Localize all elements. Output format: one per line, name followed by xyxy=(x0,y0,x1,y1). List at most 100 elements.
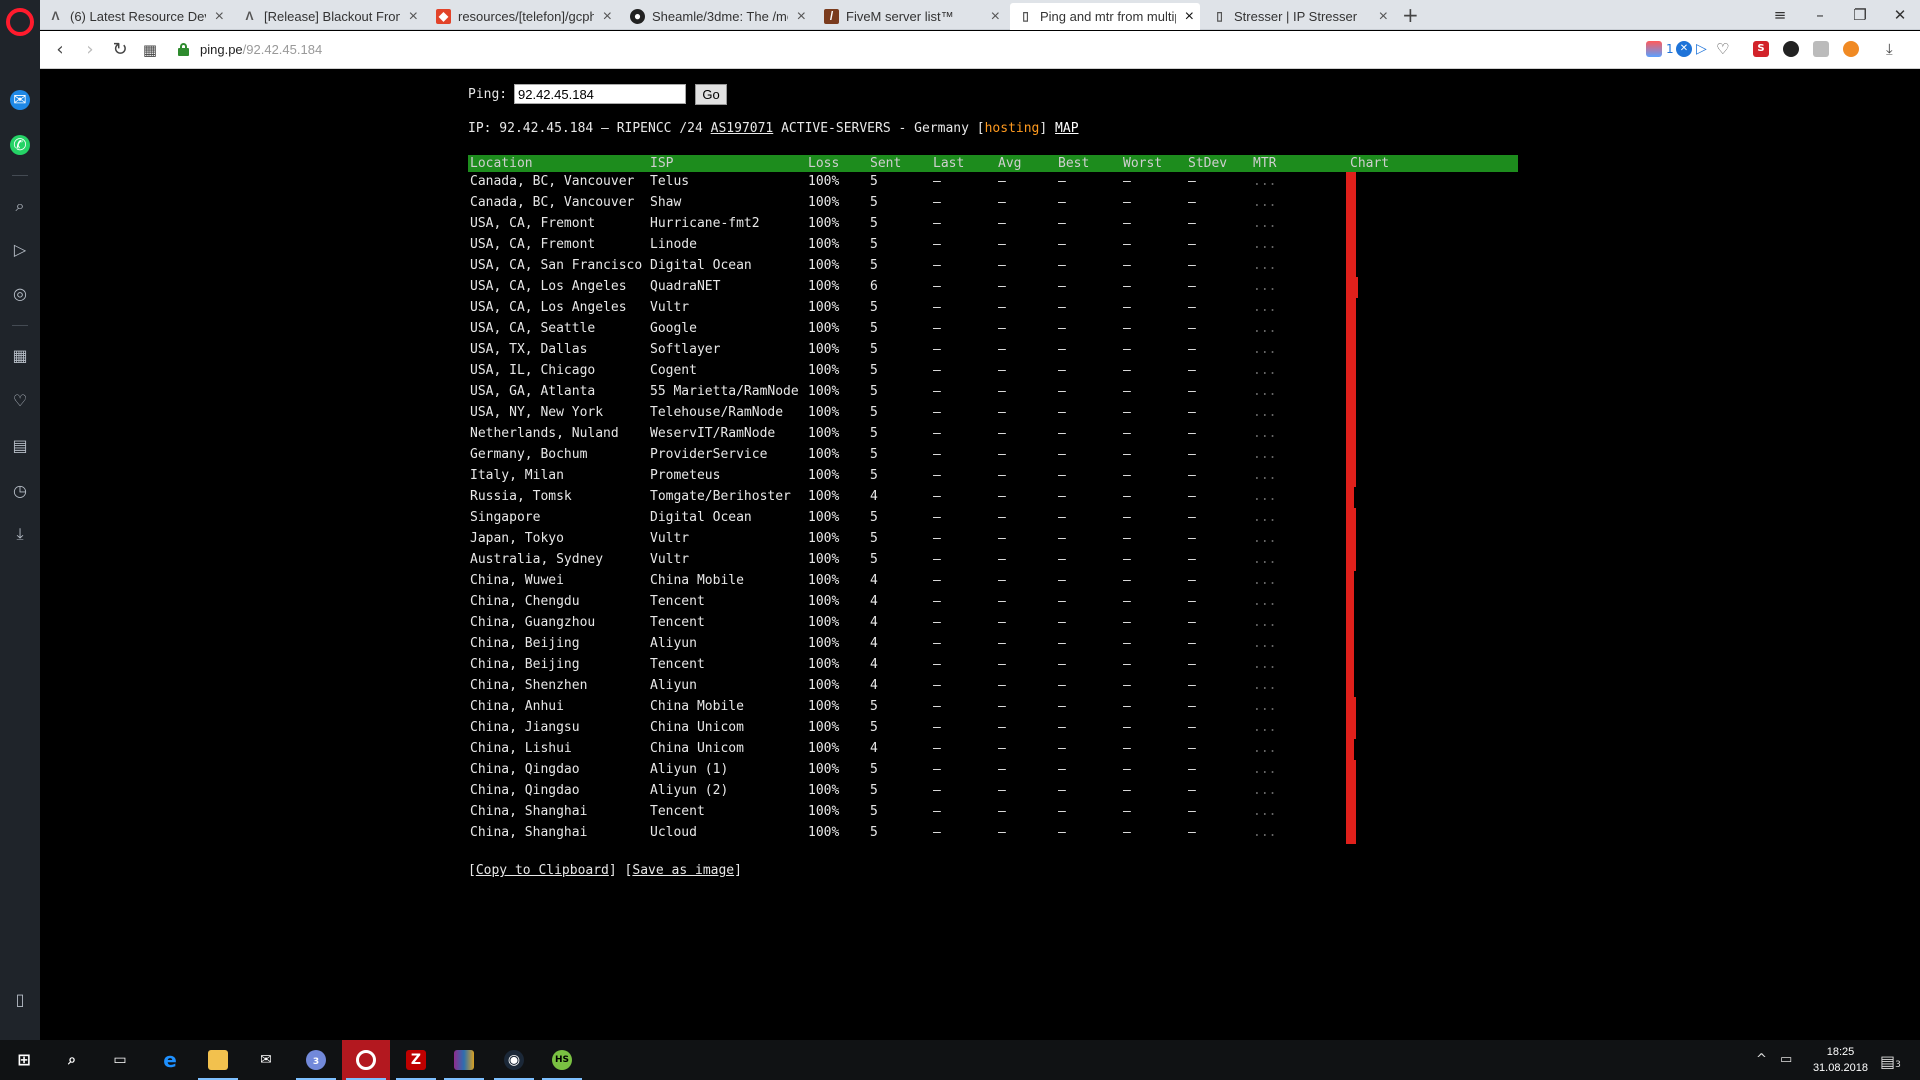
close-tab-icon[interactable]: × xyxy=(215,3,224,30)
sidebar-toggle-icon[interactable]: ▯ xyxy=(10,990,30,1010)
tab-release-blackout[interactable]: Λ [Release] Blackout From V × xyxy=(234,3,424,30)
taskbar-filezilla[interactable]: Z xyxy=(392,1040,440,1080)
cell-mtr[interactable]: ... xyxy=(1253,403,1276,423)
extension-cube-icon[interactable] xyxy=(1646,41,1662,57)
taskbar-edge[interactable]: e xyxy=(146,1040,194,1080)
copy-to-clipboard-link[interactable]: Copy to Clipboard xyxy=(476,863,609,878)
reload-icon[interactable]: ↻ xyxy=(108,38,132,62)
extension-x-icon[interactable]: ✕ xyxy=(1676,41,1692,57)
tab-latest-resource[interactable]: Λ (6) Latest Resource Develo × xyxy=(40,3,230,30)
taskbar-clock[interactable]: 18:25 31.08.2018 xyxy=(1813,1044,1868,1076)
taskbar-steam[interactable]: ◉ xyxy=(490,1040,538,1080)
history-icon[interactable]: ◷ xyxy=(10,481,30,501)
close-tab-icon[interactable]: × xyxy=(603,3,612,30)
close-tab-icon[interactable]: × xyxy=(409,3,418,30)
close-tab-icon[interactable]: × xyxy=(1379,3,1388,30)
cell-mtr[interactable]: ... xyxy=(1253,634,1276,654)
extension-gray-icon[interactable] xyxy=(1813,41,1829,57)
cell-mtr[interactable]: ... xyxy=(1253,193,1276,213)
cell-mtr[interactable]: ... xyxy=(1253,256,1276,276)
send-icon[interactable]: ▷ xyxy=(10,240,30,260)
go-button[interactable]: Go xyxy=(695,84,727,105)
whatsapp-icon[interactable]: ✆ xyxy=(10,135,30,155)
start-button[interactable]: ⊞ xyxy=(0,1040,48,1080)
taskbar-file-explorer[interactable] xyxy=(194,1040,242,1080)
taskbar-hs-app[interactable]: HS xyxy=(538,1040,586,1080)
speed-dial-icon[interactable]: ▦ xyxy=(10,346,30,366)
url-field[interactable]: ping.pe/92.42.45.184 xyxy=(178,36,1776,64)
asn-link[interactable]: AS197071 xyxy=(711,121,774,136)
opera-logo-icon[interactable] xyxy=(6,8,34,36)
cell-mtr[interactable]: ... xyxy=(1253,361,1276,381)
cell-mtr[interactable]: ... xyxy=(1253,445,1276,465)
speed-dial-grid-icon[interactable]: ▦ xyxy=(138,38,162,62)
close-window-icon[interactable]: ✕ xyxy=(1880,2,1920,28)
github-extension-icon[interactable] xyxy=(1783,41,1799,57)
taskbar-winrar[interactable] xyxy=(440,1040,488,1080)
search-icon[interactable]: ⌕ xyxy=(10,196,30,216)
cell-mtr[interactable]: ... xyxy=(1253,676,1276,696)
cell-mtr[interactable]: ... xyxy=(1253,655,1276,675)
tab-menu-icon[interactable]: ≡ xyxy=(1760,2,1800,28)
close-tab-icon[interactable]: × xyxy=(991,3,1000,30)
minimize-icon[interactable]: – xyxy=(1800,2,1840,28)
cell-mtr[interactable]: ... xyxy=(1253,592,1276,612)
cell-mtr[interactable]: ... xyxy=(1253,172,1276,192)
cell-mtr[interactable]: ... xyxy=(1253,613,1276,633)
notifications-icon[interactable]: ▤3 xyxy=(1880,1052,1901,1071)
close-tab-icon[interactable]: × xyxy=(1185,3,1194,30)
back-icon[interactable]: ‹ xyxy=(48,38,72,62)
cell-mtr[interactable]: ... xyxy=(1253,382,1276,402)
cell-mtr[interactable]: ... xyxy=(1253,802,1276,822)
cell-mtr[interactable]: ... xyxy=(1253,718,1276,738)
taskbar-mail[interactable]: ✉ xyxy=(242,1040,290,1080)
tray-chevron-icon[interactable]: ^ xyxy=(1756,1052,1767,1067)
taskbar-discord[interactable]: 3 xyxy=(292,1040,340,1080)
cell-mtr[interactable]: ... xyxy=(1253,487,1276,507)
cell-mtr[interactable]: ... xyxy=(1253,550,1276,570)
cell-mtr[interactable]: ... xyxy=(1253,739,1276,759)
tab-gitlab-resources[interactable]: ◆ resources/[telefon]/gcpho × xyxy=(428,3,618,30)
cell-mtr[interactable]: ... xyxy=(1253,424,1276,444)
messenger-icon[interactable]: ✉ xyxy=(10,90,30,110)
ping-input[interactable] xyxy=(514,84,686,104)
network-icon[interactable]: ▭ xyxy=(1780,1052,1792,1067)
cell-mtr[interactable]: ... xyxy=(1253,760,1276,780)
send-arrow-icon[interactable]: ▷ xyxy=(1696,41,1712,57)
cell-mtr[interactable]: ... xyxy=(1253,529,1276,549)
cell-mtr[interactable]: ... xyxy=(1253,214,1276,234)
cell-mtr[interactable]: ... xyxy=(1253,319,1276,339)
bookmarks-heart-icon[interactable]: ♡ xyxy=(10,391,30,411)
taskbar-opera[interactable] xyxy=(342,1040,390,1080)
tab-ping-and-mtr[interactable]: ▯ Ping and mtr from multipl × xyxy=(1010,3,1200,30)
map-link[interactable]: MAP xyxy=(1055,121,1078,136)
cell-mtr[interactable]: ... xyxy=(1253,823,1276,843)
downloads-icon[interactable]: ⤓ xyxy=(1886,41,1902,57)
cell-mtr[interactable]: ... xyxy=(1253,277,1276,297)
cell-mtr[interactable]: ... xyxy=(1253,298,1276,318)
tab-ip-stresser[interactable]: ▯ Stresser | IP Stresser × xyxy=(1204,3,1394,30)
taskbar-search-button[interactable]: ⌕ xyxy=(48,1040,96,1080)
cell-mtr[interactable]: ... xyxy=(1253,235,1276,255)
tab-fivem-server-list[interactable]: / FiveM server list™ × xyxy=(816,3,1006,30)
cell-mtr[interactable]: ... xyxy=(1253,508,1276,528)
new-tab-plus-icon[interactable]: + xyxy=(1402,2,1419,28)
downloads-icon[interactable]: ⤓ xyxy=(10,524,30,544)
snapshot-icon[interactable]: ◎ xyxy=(10,284,30,304)
bookmark-heart-icon[interactable]: ♡ xyxy=(1716,41,1732,57)
cell-mtr[interactable]: ... xyxy=(1253,781,1276,801)
cell-mtr[interactable]: ... xyxy=(1253,340,1276,360)
restore-icon[interactable]: ❐ xyxy=(1840,2,1880,28)
news-icon[interactable]: ▤ xyxy=(10,436,30,456)
cell-mtr[interactable]: ... xyxy=(1253,571,1276,591)
task-view-button[interactable]: ▭ xyxy=(96,1040,144,1080)
extension-s-icon[interactable]: S xyxy=(1753,41,1769,57)
cell-mtr[interactable]: ... xyxy=(1253,697,1276,717)
cell-mtr[interactable]: ... xyxy=(1253,466,1276,486)
extension-orange-icon[interactable] xyxy=(1843,41,1859,57)
save-as-image-link[interactable]: Save as image xyxy=(632,863,734,878)
forward-icon[interactable]: › xyxy=(78,38,102,62)
cell-isp: Ucloud xyxy=(650,825,697,840)
tab-github-3dme[interactable]: ● Sheamle/3dme: The /me c × xyxy=(622,3,812,30)
close-tab-icon[interactable]: × xyxy=(797,3,806,30)
